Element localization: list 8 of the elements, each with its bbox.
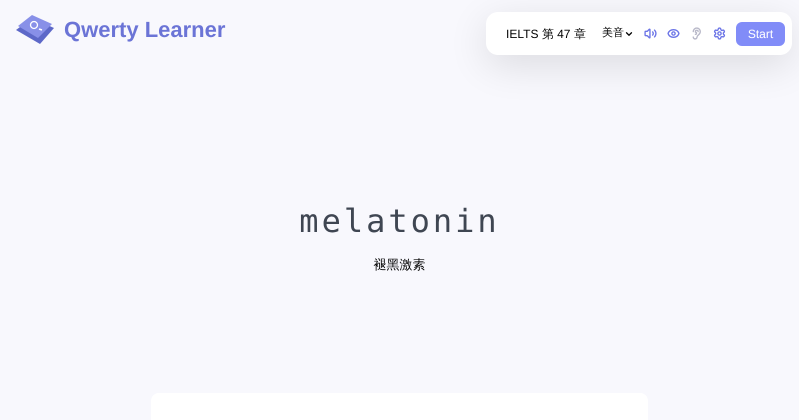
chapter-selector[interactable]: IELTS 第 47 章	[506, 24, 586, 42]
app-title: Qwerty Learner	[64, 16, 226, 44]
accent-dropdown[interactable]: 美音	[602, 25, 634, 42]
word-text: melatonin	[299, 205, 500, 237]
translation-text: 褪黑激素	[374, 256, 426, 274]
settings-icon[interactable]	[712, 27, 726, 40]
eye-icon[interactable]	[666, 27, 680, 40]
speaker-icon[interactable]	[644, 27, 657, 40]
